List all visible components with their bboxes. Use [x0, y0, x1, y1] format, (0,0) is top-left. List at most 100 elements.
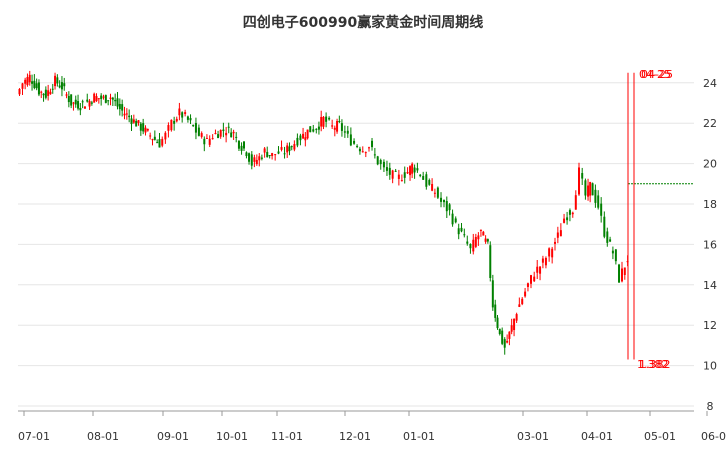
- candle-body: [498, 328, 501, 334]
- candle-body: [260, 157, 263, 159]
- candle-body: [125, 113, 128, 115]
- candle-body: [510, 325, 513, 332]
- y-tick-label: 18: [703, 198, 717, 211]
- candle-body: [100, 95, 103, 99]
- candle-body: [501, 330, 504, 344]
- candle-body: [621, 268, 623, 282]
- candle-body: [451, 213, 454, 225]
- candle-body: [146, 129, 149, 131]
- candle-body: [394, 170, 397, 172]
- candle-body: [170, 119, 173, 131]
- candle-body: [325, 116, 328, 122]
- candle-body: [331, 125, 334, 127]
- candle-body: [128, 115, 131, 118]
- candle-body: [597, 195, 600, 208]
- candle-body: [594, 189, 597, 203]
- candle-body: [494, 304, 497, 318]
- candle-body: [548, 248, 551, 257]
- candle-body: [33, 80, 36, 88]
- candle-body: [116, 98, 119, 107]
- y-tick-label: 12: [703, 319, 717, 332]
- candle-body: [132, 119, 135, 123]
- candle-body: [21, 83, 24, 89]
- candle-body: [109, 97, 112, 99]
- candle-body: [574, 195, 577, 210]
- candle-body: [217, 134, 220, 139]
- x-tick-label: 07-01: [18, 430, 50, 443]
- candle-body: [623, 267, 626, 275]
- candle-body: [346, 130, 349, 134]
- y-tick-label: 10: [703, 360, 717, 373]
- candle-body: [86, 99, 89, 102]
- candle-body: [609, 239, 612, 242]
- candle-body: [496, 317, 499, 329]
- candle-body: [225, 132, 228, 136]
- candle-body: [230, 132, 233, 138]
- candle-body: [161, 138, 164, 146]
- candle-body: [554, 241, 556, 244]
- candle-body: [445, 201, 448, 212]
- candle-body: [130, 118, 133, 125]
- time-line-ratio-label: 1.382: [639, 358, 671, 371]
- candle-body: [51, 88, 54, 90]
- x-tick-label: 05-01: [644, 430, 676, 443]
- candle-body: [587, 185, 590, 197]
- candle-body: [312, 129, 315, 132]
- candle-body: [151, 139, 154, 141]
- candle-body: [589, 182, 592, 196]
- candle-body: [322, 116, 325, 127]
- candle-body: [422, 176, 425, 180]
- candle-body: [603, 216, 606, 237]
- candle-body: [397, 174, 400, 179]
- y-tick-label: 8: [707, 400, 714, 413]
- candle-body: [568, 210, 571, 215]
- candlestick-chart: 04-251.38204-251.382 8101214161820222407…: [18, 68, 726, 443]
- candle-body: [320, 116, 323, 127]
- candle-body: [358, 148, 361, 152]
- candle-body: [472, 239, 475, 252]
- candle-body: [288, 146, 291, 152]
- candle-body: [343, 131, 346, 133]
- candle-body: [227, 126, 230, 128]
- candle-body: [243, 141, 245, 149]
- candle-body: [411, 163, 414, 174]
- candle-body: [463, 234, 466, 236]
- candle-body: [153, 136, 156, 140]
- candle-body: [353, 140, 356, 144]
- candle-body: [102, 96, 105, 98]
- candle-body: [79, 108, 82, 111]
- candle-body: [479, 229, 482, 231]
- candle-body: [361, 151, 364, 153]
- candle-body: [460, 227, 463, 232]
- candle-body: [111, 97, 114, 100]
- candle-body: [123, 113, 126, 116]
- candle-body: [484, 238, 487, 242]
- y-tick-label: 22: [703, 117, 717, 130]
- candle-body: [173, 120, 176, 124]
- y-tick-label: 16: [703, 238, 717, 251]
- candle-body: [208, 138, 211, 145]
- candle-body: [63, 83, 66, 87]
- candle-body: [486, 239, 489, 242]
- candle-body: [83, 106, 86, 109]
- candle-body: [436, 187, 439, 198]
- candle-body: [277, 151, 280, 154]
- candle-body: [95, 96, 98, 102]
- candle-body: [245, 152, 248, 157]
- candle-body: [40, 91, 43, 93]
- axes: 8 10 12 14 16 18 20 22 24 07-01 08-01 09-01 10-01 11-…: [18, 77, 726, 443]
- candle-body: [283, 153, 286, 155]
- candle-body: [240, 145, 243, 151]
- candle-body: [539, 266, 542, 274]
- candle-body: [526, 283, 529, 287]
- candle-body: [58, 85, 61, 88]
- x-tick-label: 03-01: [517, 430, 549, 443]
- x-tick-label: 09-01: [157, 430, 189, 443]
- candle-body: [433, 192, 436, 194]
- candle-body: [566, 217, 569, 221]
- candle-body: [515, 314, 518, 321]
- y-tick-label: 20: [703, 158, 717, 171]
- candle-body: [409, 166, 412, 176]
- candle-body: [37, 82, 40, 95]
- candle-body: [186, 116, 189, 120]
